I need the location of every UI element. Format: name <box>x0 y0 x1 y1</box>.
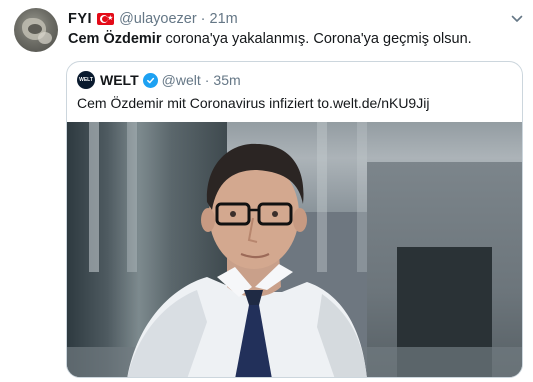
verified-badge-icon <box>142 72 158 88</box>
display-name[interactable]: FYI <box>68 11 92 27</box>
person-photo <box>127 143 367 377</box>
turkey-flag-icon: ★ <box>97 13 115 25</box>
quoted-handle[interactable]: @welt <box>162 72 201 88</box>
tweet-timestamp[interactable]: 21m <box>210 11 238 27</box>
quoted-tweet-card[interactable]: WELT WELT @welt · 35m Cem Özdemir mit Co… <box>66 61 523 378</box>
quoted-display-name[interactable]: WELT <box>100 72 139 88</box>
quoted-tweet-header: WELT WELT @welt · 35m <box>77 70 241 90</box>
tweet-text-bold: Cem Özdemir <box>68 31 162 47</box>
tweet-text-rest: corona'ya yakalanmış. Corona'ya geçmiş o… <box>161 31 472 47</box>
chevron-down-icon[interactable] <box>511 11 523 22</box>
tweet[interactable]: FYI ★ @ulayoezer · 21m Cem Özdemir coron… <box>0 0 533 382</box>
user-handle[interactable]: @ulayoezer <box>119 11 197 27</box>
user-avatar[interactable] <box>14 8 58 52</box>
tweet-header: FYI ★ @ulayoezer · 21m <box>68 10 238 28</box>
quoted-timestamp[interactable]: 35m <box>213 72 240 88</box>
quoted-tweet-photo[interactable] <box>67 122 522 377</box>
separator-dot: · <box>200 11 206 27</box>
tweet-text: Cem Özdemir corona'ya yakalanmış. Corona… <box>68 31 472 47</box>
quoted-tweet-text: Cem Özdemir mit Coronavirus infiziert to… <box>77 95 430 111</box>
quoted-separator-dot: · <box>204 72 210 88</box>
welt-avatar[interactable]: WELT <box>77 71 95 89</box>
